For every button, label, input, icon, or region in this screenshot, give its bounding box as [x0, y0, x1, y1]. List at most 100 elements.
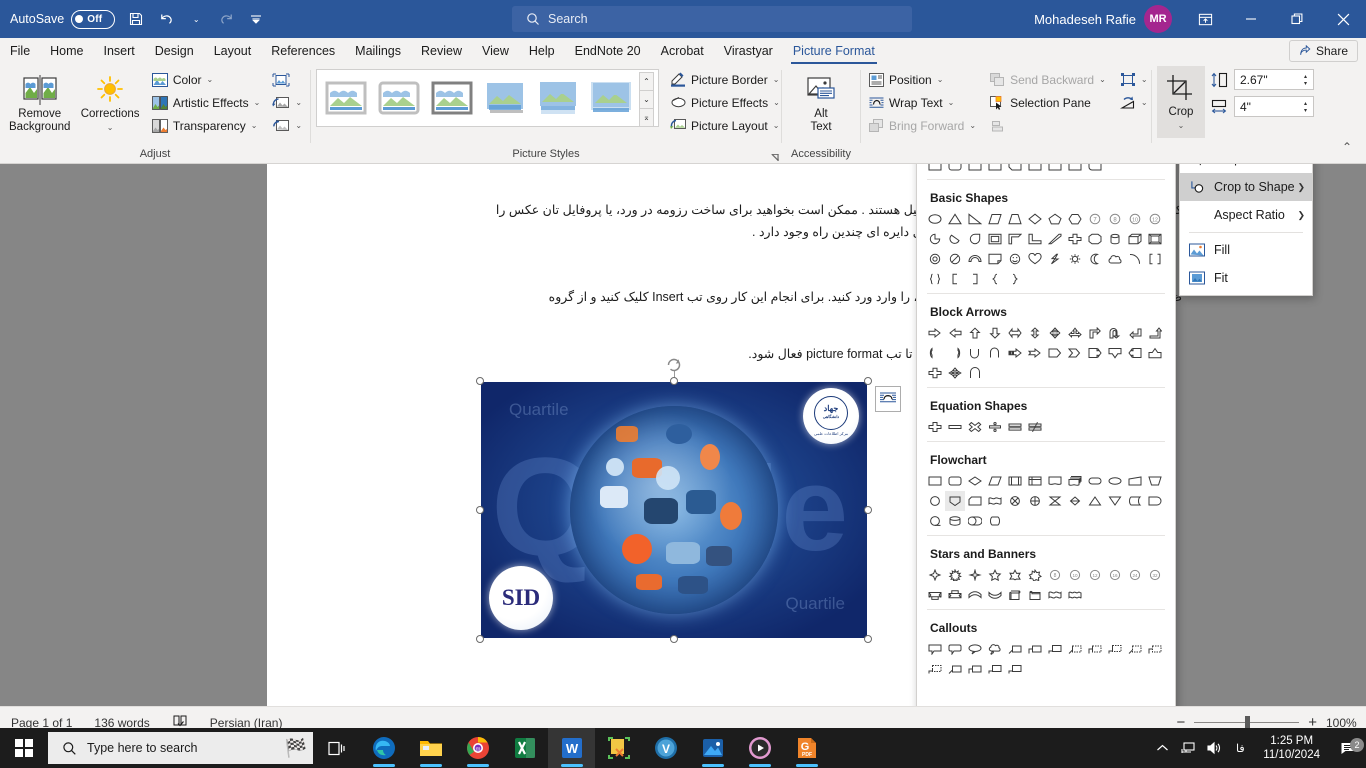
star-4-point[interactable] — [925, 565, 945, 585]
shape-arrow-curved-right[interactable] — [925, 343, 945, 363]
callout-line-callout-4[interactable] — [1005, 659, 1025, 679]
undo-dropdown[interactable]: ⌄ — [181, 4, 211, 34]
shape-smiley-face[interactable] — [1005, 249, 1025, 269]
shape-right-bracket[interactable] — [965, 269, 985, 289]
resize-handle-w[interactable] — [476, 506, 484, 514]
flowchart-connector[interactable] — [925, 491, 945, 511]
chevron-down-icon[interactable]: ⌄ — [948, 98, 955, 107]
tab-references[interactable]: References — [261, 38, 345, 64]
shape-arrow-u-turn[interactable] — [1105, 323, 1125, 343]
tab-review[interactable]: Review — [411, 38, 472, 64]
flowchart-data[interactable] — [985, 471, 1005, 491]
callout-line-accent-bar-1[interactable] — [1125, 639, 1145, 659]
alt-text-button[interactable]: Alt Text — [787, 68, 855, 134]
shape-quad-arrow[interactable] — [945, 363, 965, 383]
shape-cube[interactable] — [1125, 229, 1145, 249]
chevron-down-icon[interactable]: ⌄ — [107, 121, 114, 134]
resize-handle-n[interactable] — [670, 377, 678, 385]
flowchart-card[interactable] — [965, 491, 985, 511]
menu-item-fit[interactable]: Fit — [1180, 264, 1312, 292]
taskbar-app-microsoft-excel[interactable] — [501, 728, 548, 768]
gallery-scroll-down[interactable]: ⌄ — [639, 89, 654, 109]
position-button[interactable]: Position ⌄ — [866, 68, 979, 91]
resize-handle-ne[interactable] — [864, 377, 872, 385]
shape-teardrop[interactable] — [965, 229, 985, 249]
flowchart-merge[interactable] — [1105, 491, 1125, 511]
transparency-button[interactable]: Transparency ⌄ — [149, 114, 264, 137]
shape-right-arrow-callout[interactable] — [1085, 343, 1105, 363]
chevron-down-icon[interactable]: ⌄ — [1141, 75, 1148, 84]
shape-height-spinner[interactable]: ▴ ▾ — [1298, 70, 1313, 89]
shape-arrow-left-right[interactable] — [1005, 323, 1025, 343]
picture-style-thumb[interactable] — [533, 77, 583, 119]
menu-item-crop[interactable]: Crop — [1180, 164, 1312, 173]
flowchart-alternate-process[interactable] — [945, 471, 965, 491]
zoom-slider[interactable] — [1194, 716, 1300, 729]
shape-arrow-striped-right[interactable] — [1005, 343, 1025, 363]
group-objects-button[interactable]: ⌄ — [1117, 68, 1151, 91]
star-5-point[interactable] — [985, 565, 1005, 585]
chevron-down-icon[interactable]: ⌄ — [251, 121, 258, 130]
shape-moon[interactable] — [1085, 249, 1105, 269]
taskbar-app-snipping-tool[interactable] — [595, 728, 642, 768]
shape-cross-arrow[interactable] — [925, 363, 945, 383]
shape-arrow-bent-up[interactable] — [1145, 323, 1165, 343]
shape-snip-same-side-corner-rectangle[interactable] — [985, 164, 1005, 175]
flowchart-punched-tape[interactable] — [985, 491, 1005, 511]
tab-home[interactable]: Home — [40, 38, 93, 64]
star-24-point[interactable]: 24 — [1125, 565, 1145, 585]
star-8-point[interactable]: 8 — [1045, 565, 1065, 585]
customize-quick-access-icon[interactable] — [241, 4, 271, 34]
resize-handle-se[interactable] — [864, 635, 872, 643]
send-backward-button[interactable]: Send Backward ⌄ — [987, 68, 1109, 91]
menu-item-aspect-ratio[interactable]: Aspect Ratio ❯ — [1180, 201, 1312, 229]
crop-button[interactable]: Crop ⌄ — [1157, 66, 1205, 138]
flowchart-extract[interactable] — [1085, 491, 1105, 511]
picture-content[interactable]: Q le Quartile Quartile SID جهاد دانشگاهی… — [481, 382, 867, 638]
shape-l-shape[interactable] — [1025, 229, 1045, 249]
shape-arrow-up-down[interactable] — [1025, 323, 1045, 343]
shape-arrow-left-up[interactable] — [1125, 323, 1145, 343]
tab-endnote[interactable]: EndNote 20 — [565, 38, 651, 64]
accessibility-dialog-launcher[interactable]: ◹ — [772, 152, 779, 163]
callout-line-border-3[interactable] — [985, 659, 1005, 679]
tab-picture-format[interactable]: Picture Format — [783, 38, 885, 64]
shape-snip-single-corner-rectangle[interactable] — [965, 164, 985, 175]
vertical-scroll[interactable] — [1005, 585, 1025, 605]
resize-handle-sw[interactable] — [476, 635, 484, 643]
wave[interactable] — [1045, 585, 1065, 605]
shape-arrow-down[interactable] — [985, 323, 1005, 343]
callout-line-accent-bar-2[interactable] — [1145, 639, 1165, 659]
flowchart-terminator[interactable] — [1085, 471, 1105, 491]
callout-line-3-accent[interactable] — [1105, 639, 1125, 659]
picture-effects-button[interactable]: Picture Effects ⌄ — [667, 91, 783, 114]
chevron-down-icon[interactable]: ⌄ — [1178, 119, 1185, 132]
shape-pie[interactable] — [925, 229, 945, 249]
shape-decagon[interactable]: 10 — [1125, 209, 1145, 229]
callout-cloud[interactable] — [985, 639, 1005, 659]
gallery-scroll-up[interactable]: ⌃ — [639, 71, 654, 91]
flowchart-sequential-access-storage[interactable] — [925, 511, 945, 531]
shape-half-frame[interactable] — [1005, 229, 1025, 249]
notifications-icon[interactable]: 2 — [1330, 737, 1366, 756]
picture-styles-gallery[interactable]: ⌃ ⌄ ⌅ — [316, 69, 659, 127]
ribbon-up[interactable] — [925, 585, 945, 605]
tab-design[interactable]: Design — [145, 38, 204, 64]
avatar[interactable]: MR — [1144, 5, 1172, 33]
reset-picture-button[interactable]: ⌄ — [269, 114, 305, 137]
restore-icon[interactable] — [1274, 0, 1320, 38]
ribbon-display-options-icon[interactable] — [1182, 0, 1228, 38]
flowchart-summing-junction[interactable] — [1005, 491, 1025, 511]
shape-rectangle[interactable] — [925, 164, 945, 175]
shape-isosceles-triangle[interactable] — [945, 209, 965, 229]
callout-line-1-accent[interactable] — [1065, 639, 1085, 659]
shape-dodecagon[interactable]: 12 — [1145, 209, 1165, 229]
shape-trapezoid[interactable] — [1005, 209, 1025, 229]
flowchart-sort[interactable] — [1065, 491, 1085, 511]
shape-round-single-corner-rectangle[interactable] — [1045, 164, 1065, 175]
picture-style-thumb[interactable] — [427, 77, 477, 119]
tab-acrobat[interactable]: Acrobat — [651, 38, 714, 64]
star-4-point-thin[interactable] — [965, 565, 985, 585]
resize-handle-e[interactable] — [864, 506, 872, 514]
chevron-down-icon[interactable]: ⌄ — [295, 98, 302, 107]
